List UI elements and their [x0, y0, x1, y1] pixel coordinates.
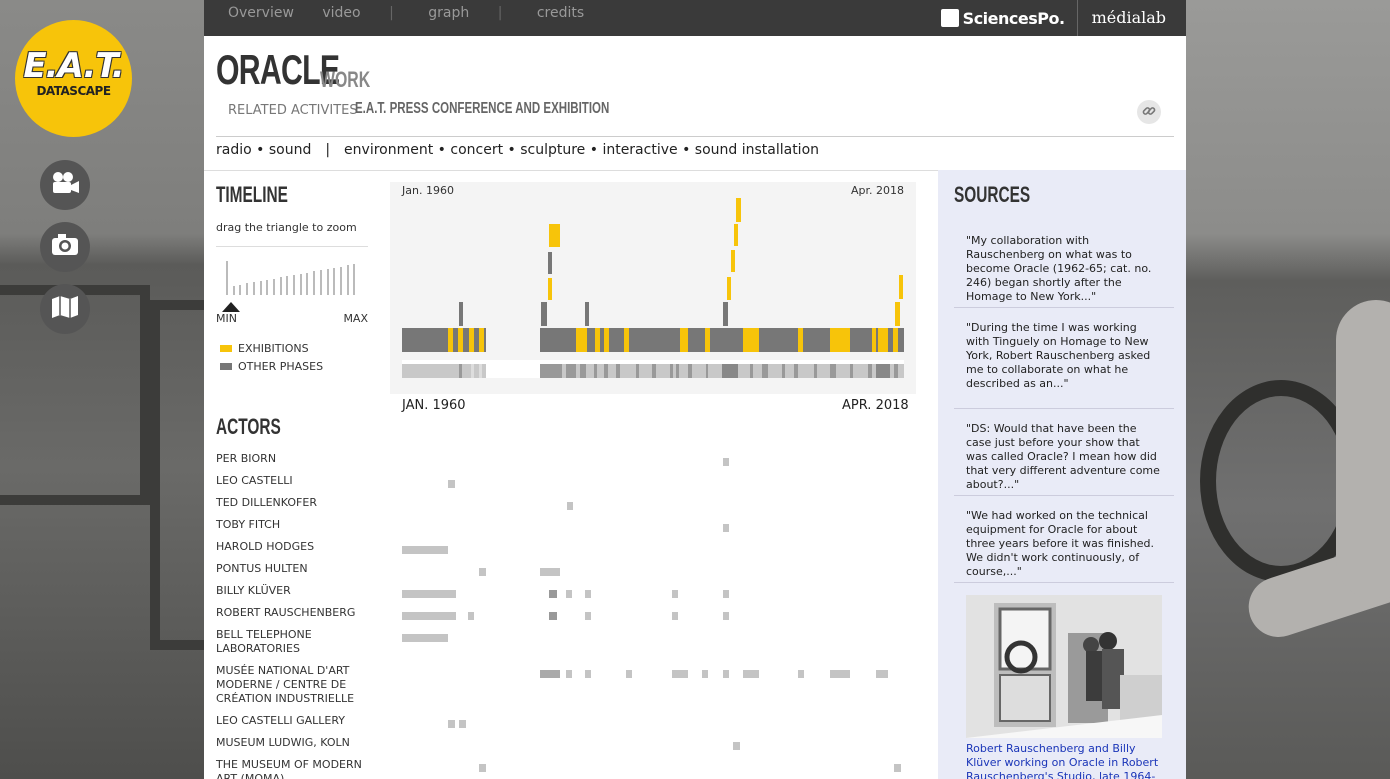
- divider: [216, 136, 1174, 137]
- tags-medium: radio • sound: [216, 142, 312, 158]
- actor-item[interactable]: LEO CASTELLI: [216, 474, 376, 488]
- related-label: RELATED ACTIVITES: [228, 103, 358, 118]
- actor-item[interactable]: THE MUSEUM OF MODERN ART (MOMA): [216, 758, 376, 779]
- zoom-tick: [252, 282, 255, 295]
- timeline-legend: EXHIBITIONS OTHER PHASES: [220, 339, 323, 375]
- nav-video[interactable]: video: [322, 5, 360, 21]
- zoom-tick: [313, 271, 316, 295]
- actor-item[interactable]: LEO CASTELLI GALLERY: [216, 714, 376, 728]
- actor-item[interactable]: PONTUS HULTEN: [216, 562, 376, 576]
- related-activity-link[interactable]: E.A.T. PRESS CONFERENCE AND EXHIBITION: [355, 100, 609, 118]
- main-nav: Overview video | graph | credits: [228, 5, 608, 21]
- zoom-tick: [353, 264, 356, 295]
- zoom-tick: [246, 283, 249, 295]
- tags-genre: environment • concert • sculpture • inte…: [344, 142, 820, 158]
- zoom-tick: [299, 273, 302, 295]
- timeline-chart[interactable]: Jan. 1960 Apr. 2018: [390, 182, 916, 394]
- zoom-tick: [339, 266, 342, 295]
- work-kind: WORK: [320, 67, 371, 92]
- legend-exhibitions: EXHIBITIONS: [220, 339, 323, 357]
- sciencespo-logo[interactable]: SciencesPo.: [931, 9, 1077, 28]
- divider: [954, 307, 1174, 308]
- timeline-range-end: APR. 2018: [842, 398, 909, 413]
- actor-item[interactable]: ROBERT RAUSCHENBERG: [216, 606, 376, 620]
- zoom-max-label: MAX: [343, 312, 368, 325]
- zoom-tick: [346, 265, 349, 295]
- background-photo-right: [1186, 0, 1390, 779]
- zoom-tick: [293, 275, 295, 295]
- sciencespo-label: SciencesPo.: [962, 8, 1065, 28]
- tags-line: radio • sound | environment • concert • sc…: [216, 142, 819, 158]
- sources-panel: SOURCES "My collaboration with Rauschenb…: [938, 170, 1186, 779]
- actor-item[interactable]: PER BIORN: [216, 452, 376, 466]
- photo-caption-link[interactable]: Robert Rauschenberg and Billy Klüver wor…: [966, 742, 1162, 779]
- source-quote[interactable]: "My collaboration with Rauschenberg on w…: [954, 234, 1174, 304]
- timeline-heading: TIMELINE: [216, 182, 288, 207]
- zoom-tick: [232, 285, 235, 295]
- zoom-tick: [239, 284, 242, 295]
- timeline-bars: [402, 198, 904, 378]
- eat-datascape-logo[interactable]: E.A.T. DATASCAPE: [15, 20, 132, 137]
- zoom-tick: [226, 261, 228, 295]
- partner-logos: SciencesPo. médialab: [931, 0, 1186, 36]
- zoom-slider[interactable]: MIN MAX: [216, 246, 368, 325]
- sciencespo-emblem-icon: [940, 9, 959, 27]
- actor-item[interactable]: BILLY KLÜVER: [216, 584, 376, 598]
- tags-separator: |: [325, 142, 331, 158]
- zoom-tick: [266, 279, 269, 295]
- zoom-hint: drag the triangle to zoom: [216, 221, 357, 234]
- video-camera-icon: [50, 171, 80, 199]
- actor-item[interactable]: MUSEUM LUDWIG, KOLN: [216, 736, 376, 750]
- actor-item[interactable]: MUSÉE NATIONAL D'ART MODERNE / CENTRE DE…: [216, 664, 356, 706]
- nav-separator: |: [497, 5, 503, 21]
- nav-overview[interactable]: Overview: [228, 5, 294, 21]
- nav-graph[interactable]: graph: [428, 5, 469, 21]
- photo-camera-icon: [50, 233, 80, 261]
- source-quote[interactable]: "We had worked on the technical equipmen…: [954, 509, 1174, 579]
- zoom-min-label: MIN: [216, 312, 237, 325]
- actor-item[interactable]: BELL TELEPHONE LABORATORIES: [216, 628, 326, 656]
- related-activities: RELATED ACTIVITES E.A.T. PRESS CONFERENC…: [228, 100, 609, 118]
- nav-credits[interactable]: credits: [537, 5, 584, 21]
- zoom-tick: [319, 270, 322, 295]
- zoom-scale: [226, 261, 360, 295]
- zoom-triangle-handle[interactable]: [222, 302, 240, 312]
- video-button[interactable]: [40, 160, 90, 210]
- divider: [954, 495, 1174, 496]
- zoom-tick: [326, 269, 329, 295]
- zoom-tick: [259, 281, 262, 295]
- legend-other-phases: OTHER PHASES: [220, 357, 323, 375]
- divider: [954, 582, 1174, 583]
- zoom-tick: [333, 267, 336, 295]
- zoom-tick: [279, 277, 282, 295]
- permalink-button[interactable]: [1137, 100, 1161, 124]
- sources-heading: SOURCES: [954, 182, 1031, 207]
- page-title: ORACLE WORK: [216, 46, 387, 94]
- logo-subtitle: DATASCAPE: [36, 84, 111, 98]
- actor-item[interactable]: TOBY FITCH: [216, 518, 376, 532]
- actor-activity-marks: [402, 458, 901, 772]
- zoom-tick: [306, 272, 309, 295]
- source-quote[interactable]: "During the time I was working with Ting…: [954, 321, 1174, 391]
- timeline-range-start: JAN. 1960: [402, 398, 466, 413]
- actor-item[interactable]: HAROLD HODGES: [216, 540, 376, 554]
- zoom-tick: [286, 276, 289, 295]
- event-marks: [459, 198, 903, 326]
- nav-separator: |: [389, 5, 394, 21]
- photo-button[interactable]: [40, 222, 90, 272]
- top-navigation-bar: Overview video | graph | credits Science…: [204, 0, 1186, 36]
- actor-item[interactable]: TED DILLENKOFER: [216, 496, 376, 510]
- source-quote[interactable]: "DS: Would that have been the case just …: [954, 422, 1174, 492]
- map-button[interactable]: [40, 284, 90, 334]
- medialab-logo[interactable]: médialab: [1076, 0, 1186, 36]
- divider: [954, 408, 1174, 409]
- logo-title: E.A.T.: [23, 46, 124, 86]
- work-detail-panel: ORACLE WORK RELATED ACTIVITES E.A.T. PRE…: [204, 36, 1186, 779]
- actors-heading: ACTORS: [216, 414, 281, 439]
- map-icon: [50, 295, 80, 323]
- source-photo[interactable]: [966, 595, 1162, 738]
- zoom-tick: [272, 278, 275, 295]
- link-icon: [1142, 103, 1156, 122]
